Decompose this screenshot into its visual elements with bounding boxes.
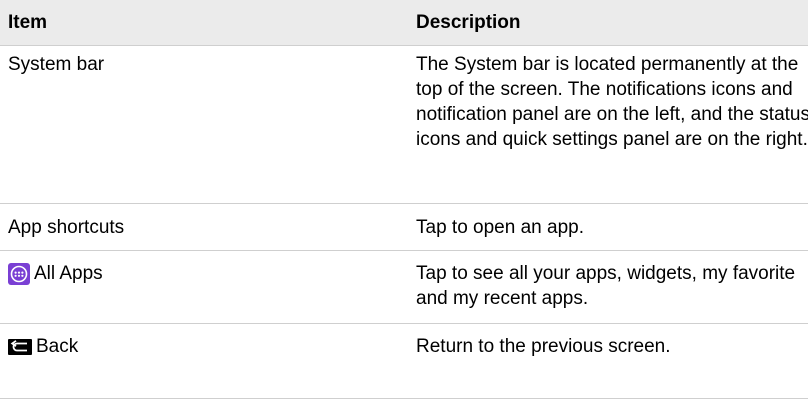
description-cell: The System bar is located permanently at… — [408, 45, 808, 204]
item-label: System bar — [8, 54, 105, 75]
description-cell: Return to the previous screen. — [408, 323, 808, 399]
table-row: App shortcuts Tap to open an app. — [0, 203, 808, 251]
item-cell: Back — [0, 323, 408, 399]
table-row: Back Return to the previous screen. — [0, 323, 808, 399]
item-label: App shortcuts — [8, 217, 125, 238]
table-header: Item Description — [0, 0, 808, 46]
table-row: All Apps Tap to see all your apps, widge… — [0, 250, 808, 324]
back-arrow-icon — [8, 338, 32, 355]
table-row: System bar The System bar is located per… — [0, 45, 808, 204]
table-body: System bar The System bar is located per… — [0, 45, 808, 399]
item-with-icon: Back — [8, 334, 408, 359]
item-label: All Apps — [34, 263, 103, 284]
item-with-icon: All Apps — [8, 261, 408, 286]
header-item: Item — [0, 0, 408, 46]
ui-elements-table: Item Description System bar The System b… — [0, 0, 808, 399]
item-label: Back — [36, 336, 79, 357]
description-cell: Tap to see all your apps, widgets, my fa… — [408, 250, 808, 324]
item-cell: App shortcuts — [0, 203, 408, 251]
table-header-row: Item Description — [0, 0, 808, 46]
description-cell: Tap to open an app. — [408, 203, 808, 251]
item-cell: System bar — [0, 45, 408, 204]
all-apps-icon — [8, 262, 30, 285]
item-cell: All Apps — [0, 250, 408, 324]
header-description: Description — [408, 0, 808, 46]
